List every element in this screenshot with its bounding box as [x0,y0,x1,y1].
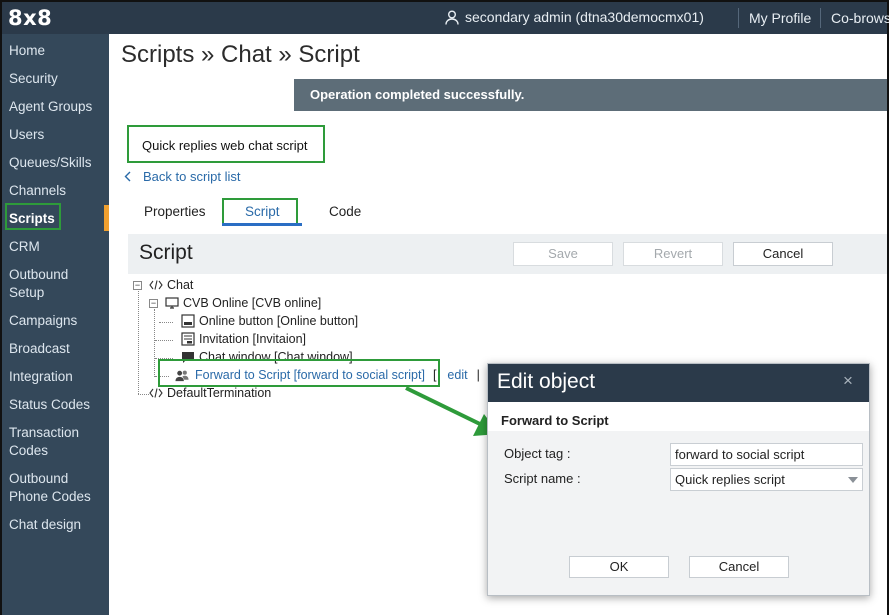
separator-text: | [476,368,480,382]
sidebar-item-security[interactable]: Security [9,70,58,88]
invitation-icon [181,332,195,346]
tree-line [155,340,173,341]
sidebar-item-label: Phone Codes [9,489,91,504]
sidebar-item-integration[interactable]: Integration [9,368,73,386]
chevron-down-icon [848,477,858,483]
collapse-toggle[interactable]: − [133,281,142,290]
object-tag-label: Object tag : [504,446,571,461]
dialog-body: Object tag : forward to social script Sc… [488,431,869,595]
cancel-button[interactable]: Cancel [733,242,833,266]
tree-node-label: CVB Online [CVB online] [183,296,322,310]
sidebar: Home Security Agent Groups Users Queues/… [2,34,109,615]
logo: 8x8 [8,6,53,30]
sidebar-item-channels[interactable]: Channels [9,182,66,200]
revert-button[interactable]: Revert [623,242,723,266]
sidebar-item-users[interactable]: Users [9,126,44,144]
sidebar-item-label: Codes [9,443,49,458]
tab-code[interactable]: Code [329,204,361,219]
button-icon [181,314,195,328]
collapse-toggle[interactable]: − [149,299,158,308]
code-tag-icon [149,278,163,292]
tree-line [154,309,155,377]
tree-node-label: Invitation [Invitaion] [199,332,307,346]
highlight-box [158,359,440,387]
code-tag-icon [149,386,163,400]
tree-line [138,291,139,394]
ok-button[interactable]: OK [569,556,669,578]
sidebar-item-label: Outbound [9,471,69,486]
sidebar-item-queues-skills[interactable]: Queues/Skills [9,154,92,172]
dialog-title: Edit object [497,370,596,393]
cobrowse-link[interactable]: Co-brows [831,10,889,26]
sidebar-item-crm[interactable]: CRM [9,238,40,256]
page-title: Scripts » Chat » Script [121,41,360,68]
object-tag-input[interactable]: forward to social script [670,443,863,466]
script-name-select[interactable]: Quick replies script [670,468,863,491]
script-name-label: Quick replies web chat script [127,125,325,163]
sidebar-item-campaigns[interactable]: Campaigns [9,312,77,330]
tree-node-label: Online button [Online button] [199,314,359,328]
sidebar-item-broadcast[interactable]: Broadcast [9,340,70,358]
save-button[interactable]: Save [513,242,613,266]
tree-node-label: Chat [167,278,194,292]
divider [738,8,739,28]
active-tab-underline [222,223,302,226]
top-bar: 8x8 secondary admin (dtna30democmx01) My… [2,2,889,34]
script-name-value: Quick replies script [675,472,785,487]
my-profile-link[interactable]: My Profile [749,10,811,26]
dialog-subtitle: Forward to Script [501,413,609,428]
sidebar-item-outbound-setup[interactable]: Outbound Setup [9,266,68,302]
script-panel-header: Script Save Revert Cancel [128,234,887,274]
sidebar-item-chat-design[interactable]: Chat design [9,516,81,534]
tree-line [138,394,149,395]
tree-node-cvb-online[interactable]: CVB Online [CVB online] [165,296,321,310]
user-icon [445,10,459,25]
sidebar-item-home[interactable]: Home [9,42,45,60]
sidebar-item-agent-groups[interactable]: Agent Groups [9,98,92,116]
script-tree: − Chat − CVB Online [CVB online] Online … [127,274,547,414]
edit-object-dialog: Edit object × Forward to Script Object t… [487,363,870,596]
sidebar-item-transaction-codes[interactable]: Transaction Codes [9,424,79,460]
tree-node-online-button[interactable]: Online button [Online button] [181,314,358,328]
sidebar-item-label: Outbound [9,267,69,282]
close-icon[interactable]: × [843,371,853,391]
tree-node-invitation[interactable]: Invitation [Invitaion] [181,332,306,346]
sidebar-item-label: Transaction [9,425,80,440]
user-name: secondary admin (dtna30democmx01) [465,9,704,25]
cancel-button[interactable]: Cancel [689,556,789,578]
sidebar-item-outbound-phone-codes[interactable]: Outbound Phone Codes [9,470,91,506]
chevron-left-icon [124,171,131,182]
dialog-header: Edit object × [488,364,869,402]
tab-properties[interactable]: Properties [144,204,206,219]
highlight-box [222,198,298,225]
user-menu[interactable]: secondary admin (dtna30democmx01) [445,9,704,25]
sidebar-item-status-codes[interactable]: Status Codes [9,396,90,414]
script-panel-title: Script [139,241,193,264]
divider [820,8,821,28]
back-to-script-list-link[interactable]: Back to script list [124,169,241,184]
tree-node-default-termination[interactable]: DefaultTermination [149,386,271,400]
success-toast: Operation completed successfully. [294,79,887,111]
highlight-box [5,203,61,230]
edit-link[interactable]: edit [447,368,467,382]
monitor-icon [165,296,179,310]
back-link-label: Back to script list [143,169,241,184]
sidebar-item-label: Setup [9,285,45,300]
script-name-label: Script name : [504,471,581,486]
tree-line [159,322,173,323]
tree-node-chat[interactable]: Chat [149,278,193,292]
tree-node-label: DefaultTermination [167,386,272,400]
